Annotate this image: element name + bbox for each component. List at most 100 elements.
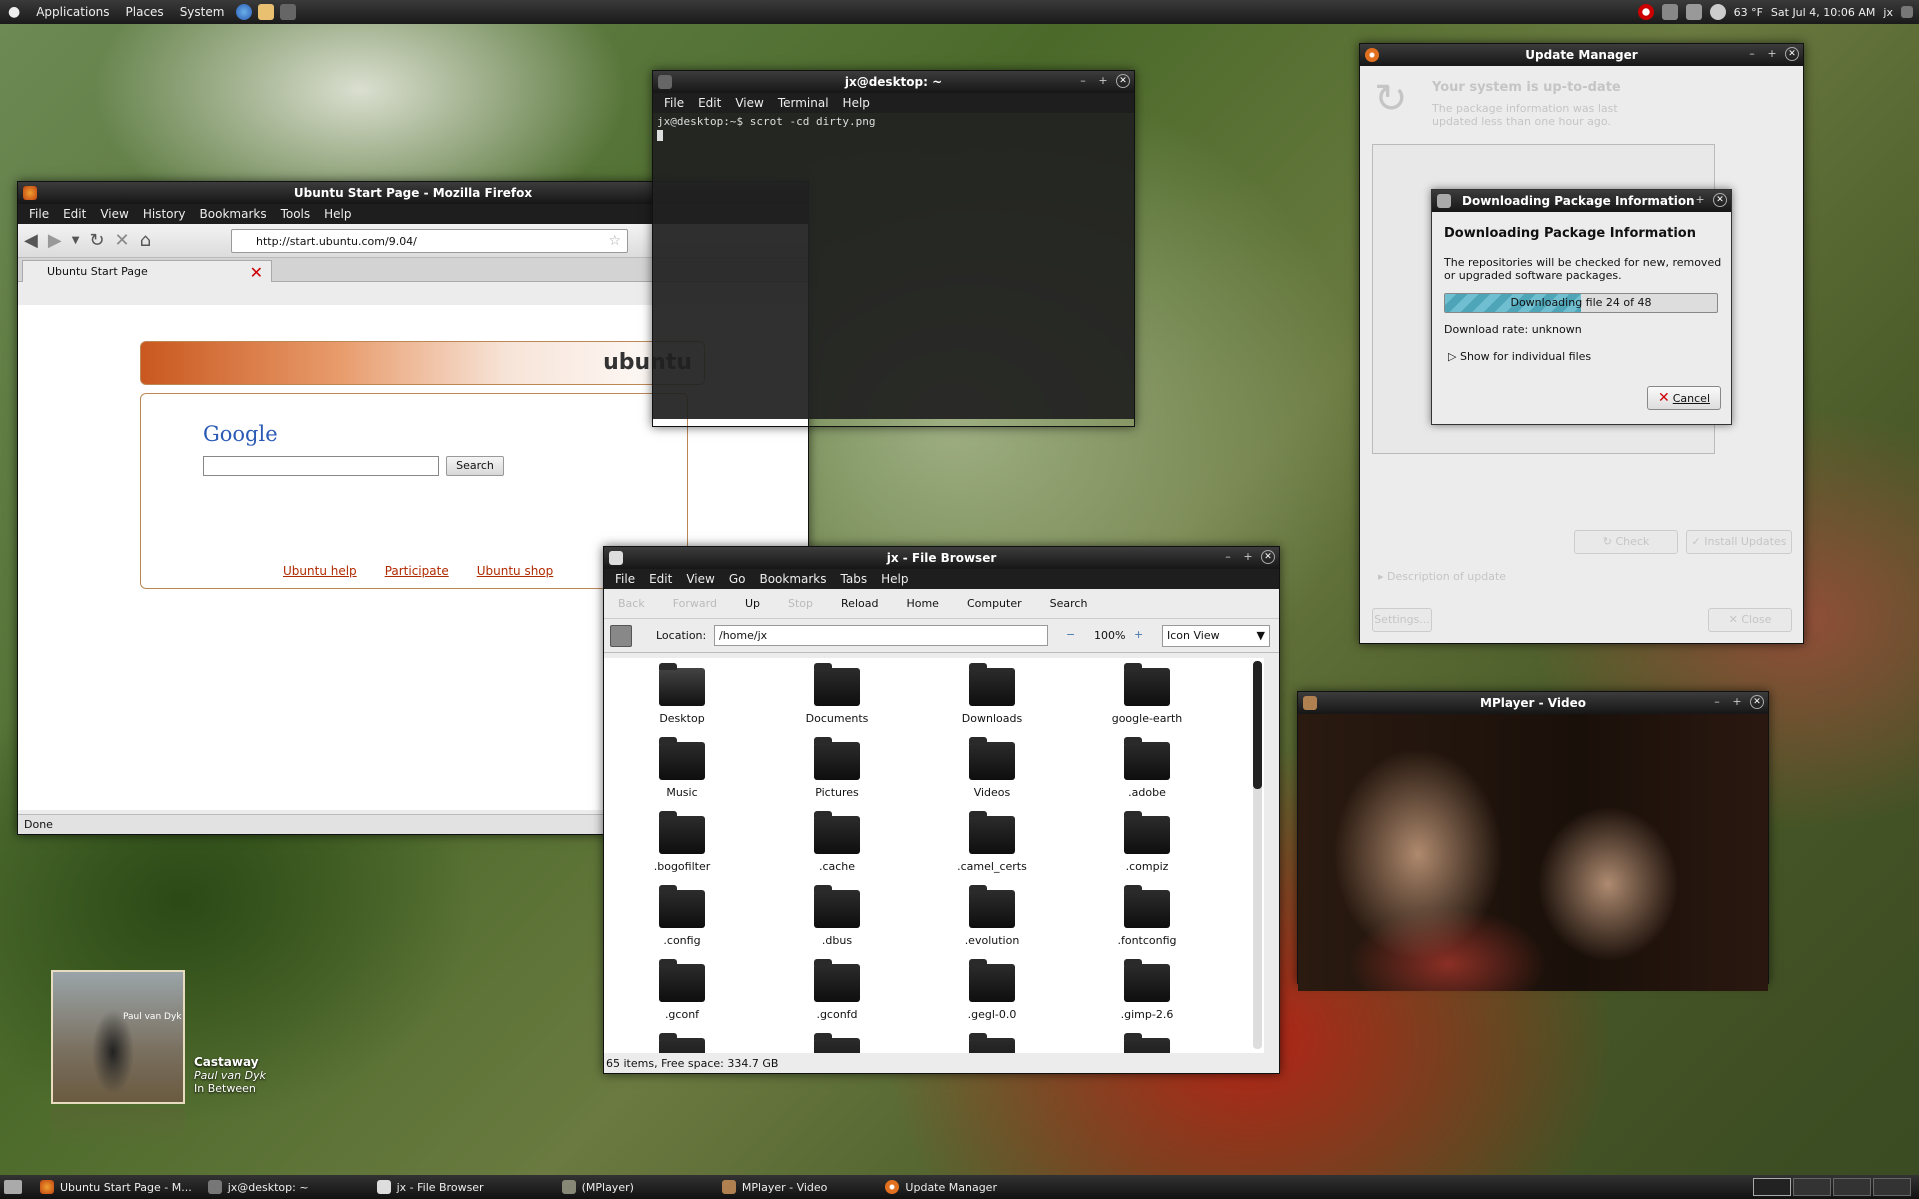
folder-item[interactable]: .dbus <box>777 885 897 947</box>
link-participate[interactable]: Participate <box>385 564 449 578</box>
places-menu[interactable]: Places <box>118 5 172 19</box>
cancel-button[interactable]: ✕ Cancel <box>1647 386 1721 410</box>
scrollbar-thumb[interactable] <box>1253 661 1262 789</box>
minimize-icon[interactable]: – <box>1710 695 1724 709</box>
terminal-launcher-icon[interactable] <box>280 4 297 20</box>
close-icon[interactable]: ✕ <box>1261 550 1275 564</box>
settings-button[interactable]: Settings... <box>1372 608 1432 632</box>
view-mode-select[interactable]: Icon View ▼ <box>1162 625 1270 647</box>
home-icon[interactable]: ⌂ <box>140 230 151 251</box>
close-icon[interactable]: ✕ <box>1750 695 1764 709</box>
folder-item[interactable]: .gegl-0.0 <box>932 959 1052 1021</box>
task-mplayer[interactable]: (MPlayer) <box>492 1175 642 1199</box>
menu-file[interactable]: File <box>608 572 642 586</box>
folder-item[interactable]: .config <box>622 885 742 947</box>
maximize-icon[interactable]: + <box>1693 193 1707 207</box>
reload-button[interactable]: Reload <box>827 597 892 610</box>
desktop-folder[interactable]: Desktop <box>622 663 742 725</box>
folder-item[interactable]: google-earth <box>1087 663 1207 725</box>
search-button[interactable]: Search <box>1036 597 1102 610</box>
history-dropdown-icon[interactable]: ▼ <box>72 235 80 246</box>
applications-menu[interactable]: Applications <box>28 5 117 19</box>
record-icon[interactable] <box>1637 4 1654 20</box>
video-frame[interactable] <box>1298 714 1768 991</box>
task-terminal[interactable]: jx@desktop: ~ <box>200 1175 317 1199</box>
folder-item-partial[interactable] <box>932 1033 1052 1053</box>
zoom-in-icon[interactable]: + <box>1134 628 1143 641</box>
folder-item[interactable]: .evolution <box>932 885 1052 947</box>
folder-item[interactable]: .bogofilter <box>622 811 742 873</box>
folder-item-partial[interactable] <box>622 1033 742 1053</box>
task-firefox[interactable]: Ubuntu Start Page - M... <box>32 1175 200 1199</box>
task-update-manager[interactable]: Update Manager <box>835 1175 1005 1199</box>
workspace-1[interactable] <box>1753 1178 1791 1196</box>
menu-terminal[interactable]: Terminal <box>771 96 836 110</box>
workspace-2[interactable] <box>1793 1178 1831 1196</box>
firefox-launcher-icon[interactable] <box>236 4 253 20</box>
menu-file[interactable]: File <box>22 207 56 221</box>
menu-edit[interactable]: Edit <box>691 96 728 110</box>
minimize-icon[interactable]: – <box>1745 47 1759 61</box>
home-button[interactable]: Home <box>892 597 952 610</box>
back-arrow-icon[interactable]: ◀ <box>24 230 38 251</box>
maximize-icon[interactable]: + <box>1765 47 1779 61</box>
url-bar[interactable]: http://start.ubuntu.com/9.04/ ☆ <box>231 229 628 253</box>
up-button[interactable]: Up <box>731 597 774 610</box>
task-mplayer-video[interactable]: MPlayer - Video <box>642 1175 836 1199</box>
shutdown-icon[interactable] <box>1901 6 1913 18</box>
menu-bookmarks[interactable]: Bookmarks <box>752 572 833 586</box>
folder-item[interactable]: Music <box>622 737 742 799</box>
minimize-icon[interactable]: – <box>1076 74 1090 88</box>
menu-view[interactable]: View <box>679 572 721 586</box>
folder-item-partial[interactable] <box>1087 1033 1207 1053</box>
ubuntu-foot-icon[interactable]: ● <box>0 4 28 20</box>
folder-item[interactable]: .adobe <box>1087 737 1207 799</box>
menu-history[interactable]: History <box>136 207 193 221</box>
close-button[interactable]: ✕ Close <box>1708 608 1792 632</box>
location-input[interactable]: /home/jx <box>714 625 1048 646</box>
mplayer-titlebar[interactable]: MPlayer - Video – + ✕ <box>1298 692 1768 714</box>
edit-location-icon[interactable] <box>610 625 632 647</box>
system-menu[interactable]: System <box>172 5 233 19</box>
download-dialog-titlebar[interactable]: Downloading Package Information + ✕ <box>1432 190 1731 212</box>
menu-bookmarks[interactable]: Bookmarks <box>193 207 274 221</box>
workspace-4[interactable] <box>1873 1178 1911 1196</box>
folder-item[interactable]: .gconfd <box>777 959 897 1021</box>
close-icon[interactable]: ✕ <box>1713 193 1727 207</box>
mail-launcher-icon[interactable] <box>258 4 275 20</box>
folder-item-partial[interactable] <box>777 1033 897 1053</box>
description-expander[interactable]: ▸ Description of update <box>1378 570 1506 583</box>
install-updates-button[interactable]: ✓ Install Updates <box>1686 530 1792 554</box>
back-button[interactable]: Back <box>604 597 659 610</box>
tab-close-icon[interactable]: ✕ <box>250 263 263 282</box>
terminal-titlebar[interactable]: jx@desktop: ~ – + ✕ <box>653 71 1134 93</box>
menu-file[interactable]: File <box>657 96 691 110</box>
computer-button[interactable]: Computer <box>953 597 1036 610</box>
individual-files-expander[interactable]: ▷ Show for individual files <box>1448 350 1591 363</box>
show-desktop-icon[interactable] <box>4 1180 22 1194</box>
menu-edit[interactable]: Edit <box>642 572 679 586</box>
folder-item[interactable]: .gconf <box>622 959 742 1021</box>
link-ubuntu-shop[interactable]: Ubuntu shop <box>477 564 554 578</box>
workspace-3[interactable] <box>1833 1178 1871 1196</box>
volume-icon[interactable] <box>1685 4 1702 20</box>
menu-tabs[interactable]: Tabs <box>834 572 875 586</box>
folder-item[interactable]: Videos <box>932 737 1052 799</box>
file-browser-titlebar[interactable]: jx - File Browser – + ✕ <box>604 547 1279 569</box>
terminal-screen[interactable]: jx@desktop:~$ scrot -cd dirty.png <box>653 113 1134 419</box>
vertical-scrollbar[interactable] <box>1253 661 1262 1049</box>
maximize-icon[interactable]: + <box>1096 74 1110 88</box>
menu-tools[interactable]: Tools <box>274 207 318 221</box>
folder-item[interactable]: .gimp-2.6 <box>1087 959 1207 1021</box>
folder-item[interactable]: .camel_certs <box>932 811 1052 873</box>
menu-view[interactable]: View <box>728 96 770 110</box>
stop-icon[interactable]: ✕ <box>114 230 129 251</box>
folder-item[interactable]: .cache <box>777 811 897 873</box>
folder-item[interactable]: .fontconfig <box>1087 885 1207 947</box>
minimize-icon[interactable]: – <box>1221 550 1235 564</box>
reload-icon[interactable]: ↻ <box>89 230 104 251</box>
menu-go[interactable]: Go <box>722 572 753 586</box>
menu-help[interactable]: Help <box>836 96 877 110</box>
workspace-switcher[interactable] <box>1753 1178 1911 1196</box>
close-icon[interactable]: ✕ <box>1116 74 1130 88</box>
